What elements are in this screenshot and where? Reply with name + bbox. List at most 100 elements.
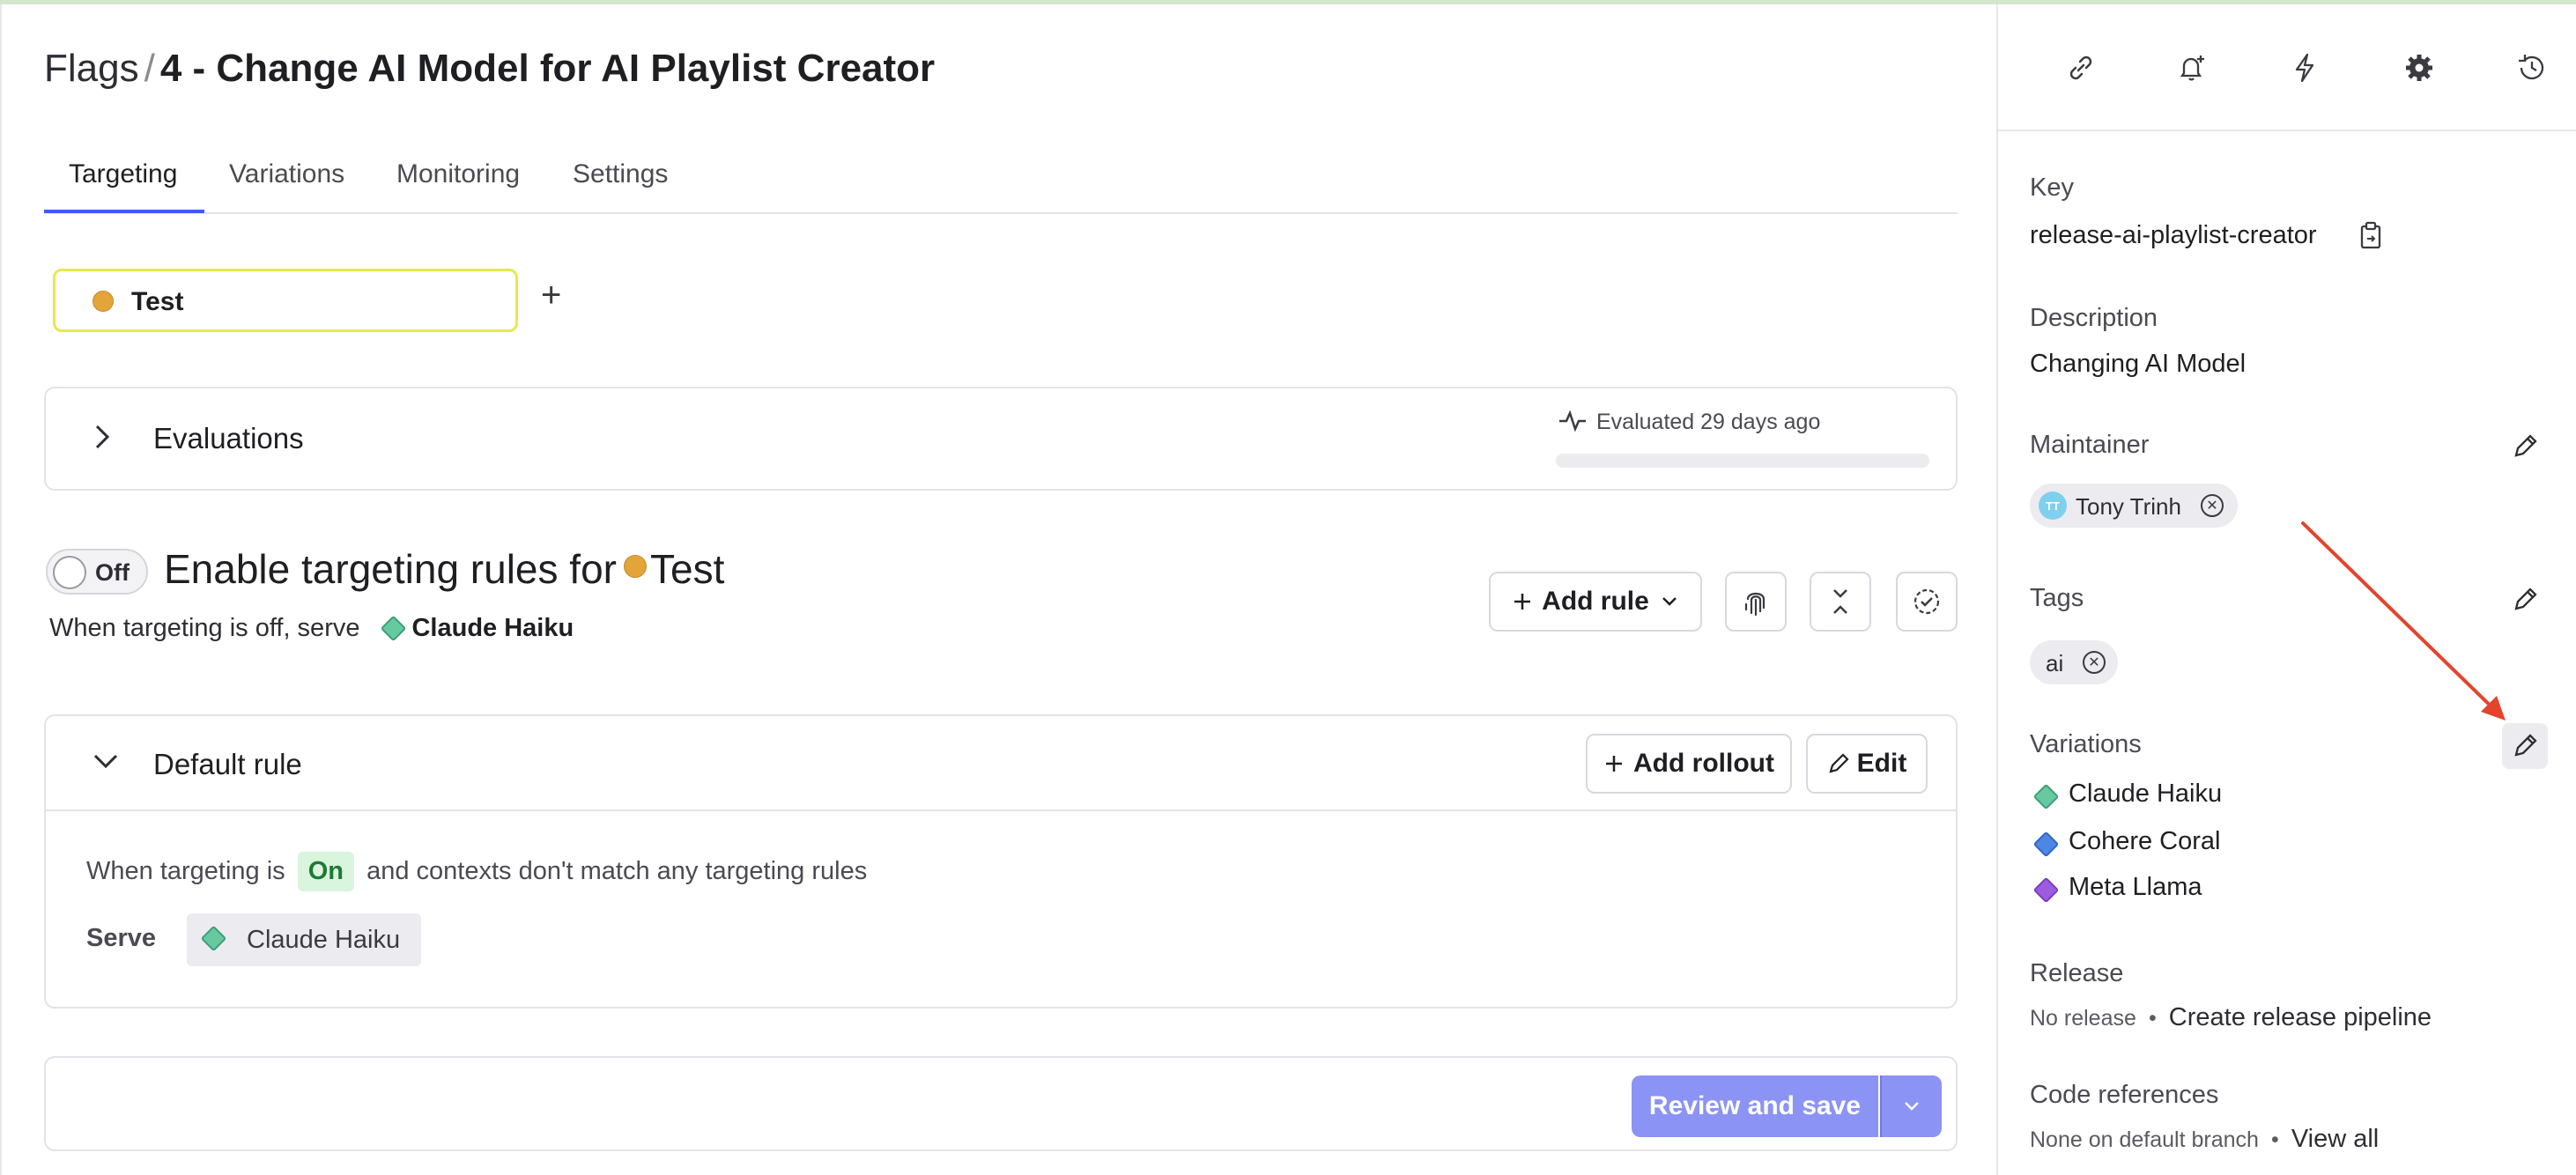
variation-name: Claude Haiku (2069, 780, 2223, 808)
edit-maintainer-pencil-icon[interactable] (2507, 429, 2543, 464)
tab-targeting[interactable]: Targeting (69, 159, 177, 189)
evaluations-title[interactable]: Evaluations (153, 422, 304, 455)
add-environment-button[interactable]: + (541, 277, 561, 313)
variation-diamond-icon (381, 615, 407, 642)
add-rule-label: Add rule (1542, 587, 1649, 616)
variation-diamond-icon (2032, 783, 2060, 810)
release-value: No release (2030, 1006, 2136, 1031)
condition-prefix: When targeting is (86, 857, 285, 885)
activity-pulse-icon (1558, 408, 1588, 439)
bell-plus-icon[interactable] (2173, 48, 2211, 87)
edit-label: Edit (1856, 749, 1907, 778)
environment-color-dot (93, 291, 114, 312)
tab-settings[interactable]: Settings (573, 159, 668, 189)
tab-monitoring[interactable]: Monitoring (396, 159, 520, 189)
default-rule-condition: When targeting is On and contexts don't … (86, 852, 867, 891)
default-rule-title: Default rule (153, 748, 302, 780)
review-and-save-button[interactable]: Review and save (1632, 1075, 1878, 1137)
breadcrumb-flags-link[interactable]: Flags (44, 47, 139, 90)
toggle-label: Off (95, 559, 130, 586)
sidebar-toolbar (1998, 4, 2576, 131)
release-bullet: • (2148, 1006, 2157, 1031)
targeting-title-env: Test (649, 546, 725, 592)
maintainer-chip: TT Tony Trinh ✕ (2030, 484, 2238, 528)
variation-diamond-icon (200, 925, 227, 952)
active-tab-indicator (44, 210, 204, 213)
variation-name: Meta Llama (2069, 873, 2202, 901)
plus-icon (1606, 756, 1623, 772)
main-panel: Flags/4 - Change AI Model for AI Playlis… (0, 4, 1996, 1175)
code-references-bullet: • (2270, 1127, 2279, 1152)
targeting-toggle[interactable]: Off (46, 549, 148, 595)
environment-label: Test (131, 287, 184, 316)
default-rule-header: Default rule Add rollout Edit (46, 716, 1956, 811)
toggle-knob (53, 556, 86, 589)
description-value: Changing AI Model (2030, 350, 2247, 378)
code-references-line: None on default branch • View all (2030, 1125, 2379, 1154)
code-references-label: Code references (2030, 1081, 2219, 1109)
condition-suffix: and contexts don't match any targeting r… (366, 857, 868, 885)
edit-variations-pencil-icon[interactable] (2502, 723, 2548, 769)
copy-clipboard-icon[interactable] (2358, 221, 2384, 255)
description-label: Description (2030, 304, 2158, 332)
add-rule-button[interactable]: Add rule (1489, 572, 1702, 632)
environment-selector[interactable]: Test (53, 269, 518, 332)
create-release-pipeline-link[interactable]: Create release pipeline (2169, 1003, 2432, 1031)
targeting-title-text: Enable targeting rules for (164, 546, 617, 592)
remove-maintainer-icon[interactable]: ✕ (2201, 494, 2224, 517)
evaluations-bar (1556, 454, 1929, 468)
fingerprint-button[interactable] (1725, 572, 1787, 632)
variation-diamond-icon (2032, 876, 2060, 904)
maintainer-label: Maintainer (2030, 431, 2150, 459)
fingerprint-icon (1744, 592, 1765, 617)
serve-label: Serve (86, 924, 157, 952)
gear-icon[interactable] (2400, 48, 2439, 87)
evaluations-panel: Evaluations Evaluated 29 days ago (44, 387, 1958, 491)
tab-variations[interactable]: Variations (229, 159, 344, 189)
chevron-down-icon (1905, 1102, 1919, 1111)
page-title: 4 - Change AI Model for AI Playlist Crea… (159, 47, 936, 90)
collapse-chevron-icon[interactable] (92, 746, 120, 779)
add-rollout-label: Add rollout (1633, 749, 1774, 778)
off-serve-variation: Claude Haiku (411, 614, 574, 642)
link-icon[interactable] (2062, 48, 2100, 87)
environment-color-dot (623, 555, 647, 578)
lightning-icon[interactable] (2285, 48, 2324, 87)
off-serve-text: When targeting is off, serve (49, 614, 360, 642)
targeting-title: Enable targeting rules for Test (164, 545, 724, 593)
check-status-button[interactable] (1896, 572, 1958, 632)
plus-icon (1514, 594, 1531, 610)
targeting-on-badge: On (297, 852, 355, 891)
variation-name: Cohere Coral (2069, 827, 2221, 855)
chevron-down-icon (1662, 597, 1677, 606)
serve-variation-label: Claude Haiku (247, 926, 401, 954)
collapse-all-button[interactable] (1810, 572, 1871, 632)
edit-rule-button[interactable]: Edit (1806, 734, 1928, 794)
dashed-check-circle-icon (1913, 588, 1940, 615)
variation-diamond-icon (2032, 831, 2060, 858)
tab-bar: Targeting Variations Monitoring Settings (44, 154, 1958, 214)
add-rollout-button[interactable]: Add rollout (1586, 734, 1792, 794)
collapse-icon (1833, 589, 1847, 614)
breadcrumb-separator: / (144, 47, 155, 90)
serve-variation-select[interactable]: Claude Haiku (187, 913, 421, 966)
release-label: Release (2030, 959, 2124, 987)
key-value: release-ai-playlist-creator (2030, 221, 2317, 249)
tag-chip: ai ✕ (2030, 640, 2118, 684)
off-serve-line: When targeting is off, serve Claude Haiku (49, 614, 574, 643)
save-bar: Review and save (44, 1056, 1958, 1151)
remove-tag-icon[interactable]: ✕ (2083, 651, 2106, 674)
view-all-link[interactable]: View all (2291, 1125, 2379, 1153)
annotation-arrow (2301, 521, 2506, 721)
history-icon[interactable] (2513, 48, 2551, 87)
release-line: No release • Create release pipeline (2030, 1003, 2432, 1032)
default-rule-panel: Default rule Add rollout Edit When targe… (44, 714, 1958, 1009)
pencil-icon (1829, 753, 1849, 773)
evaluated-status: Evaluated 29 days ago (1596, 410, 1821, 434)
save-options-button[interactable] (1880, 1075, 1942, 1137)
tags-label: Tags (2030, 584, 2084, 612)
expand-chevron-icon[interactable] (92, 422, 113, 460)
variations-label: Variations (2030, 730, 2142, 758)
tag-label: ai (2046, 650, 2064, 676)
key-label: Key (2030, 174, 2074, 202)
